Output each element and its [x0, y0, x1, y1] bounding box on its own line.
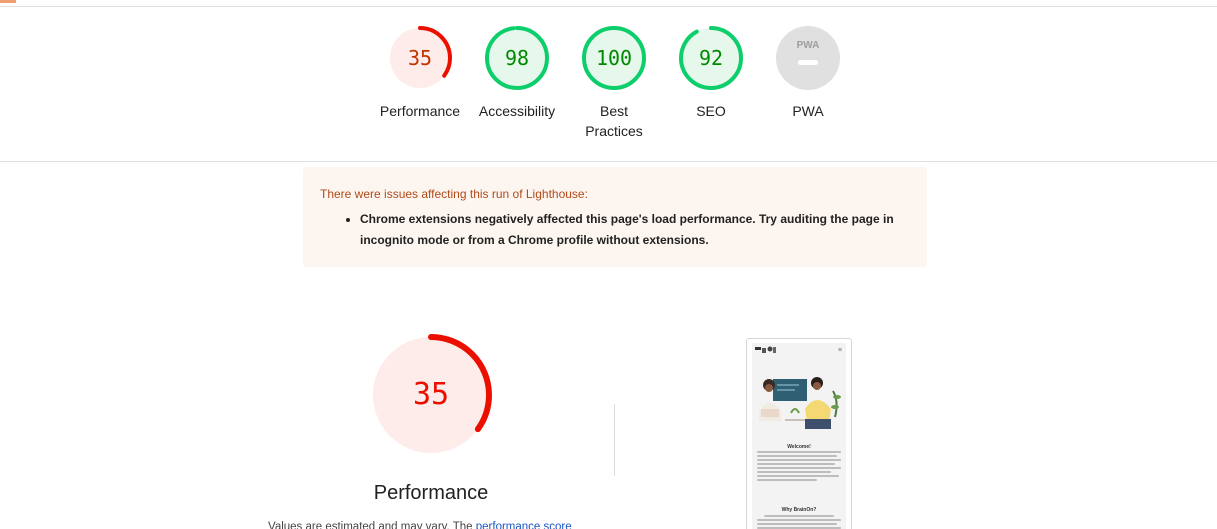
performance-score-link[interactable]: performance score: [476, 521, 572, 529]
gauge-label-pwa: PWA: [792, 103, 824, 119]
gauge-ring: 35: [388, 26, 452, 90]
warning-title: There were issues affecting this run of …: [320, 187, 588, 201]
hero-illustration-icon: [755, 361, 845, 447]
gauge-ring: 92: [679, 26, 743, 90]
gauge-best-practices[interactable]: 100 Best Practices: [566, 26, 662, 141]
category-gauges: 35 Performance 98 Accessibility 100 Best…: [372, 26, 852, 146]
section-divider: [0, 161, 1217, 162]
gauge-label-accessibility: Accessibility: [478, 103, 556, 119]
performance-footnote: Values are estimated and may vary. The p…: [268, 519, 598, 529]
gauge-label-best-practices: Best Practices: [585, 103, 643, 139]
gauge-seo[interactable]: 92 SEO: [663, 26, 759, 121]
gauge-label-performance: Performance: [379, 103, 461, 119]
screenshot-why-heading: Why BrainOn?: [781, 507, 817, 513]
gauge-ring: 98: [485, 26, 549, 90]
corner-mark: [0, 0, 16, 3]
gauge-score: 35: [407, 46, 433, 70]
run-warnings-box: There were issues affecting this run of …: [303, 167, 927, 267]
gauge-score: 100: [595, 46, 633, 70]
gauge-ring: 100: [582, 26, 646, 90]
gauge-score: 92: [698, 46, 724, 70]
top-divider: [0, 6, 1217, 7]
vertical-divider: [614, 404, 615, 476]
screenshot-page: ≡ Welcome! Why BrainOn?: [752, 343, 846, 529]
gauge-performance[interactable]: 35 Performance: [372, 26, 468, 121]
pwa-badge-text: PWA: [797, 40, 820, 51]
gauge-label-seo: SEO: [696, 103, 726, 119]
pwa-badge-icon: PWA: [776, 26, 840, 90]
footnote-text: Values are estimated and may vary. The: [268, 521, 476, 529]
warning-list: Chrome extensions negatively affected th…: [320, 209, 909, 251]
pwa-badge-dash: [798, 60, 818, 65]
pwa-badge-circle: [776, 26, 840, 90]
gauge-score: 98: [504, 46, 530, 70]
pwa-badge-graphic: PWA: [776, 26, 840, 90]
screenshot-welcome-heading: Welcome!: [787, 444, 811, 450]
performance-section-title: Performance: [373, 482, 489, 504]
performance-main-gauge: 35: [370, 334, 492, 456]
hamburger-menu-icon: ≡: [837, 347, 842, 354]
screenshot-why-text: [757, 515, 841, 529]
gauge-pwa[interactable]: PWA PWA: [760, 26, 856, 121]
final-screenshot-thumbnail[interactable]: ≡ Welcome! Why BrainOn?: [746, 338, 852, 529]
screenshot-welcome-text: [757, 451, 841, 483]
warning-item: Chrome extensions negatively affected th…: [360, 209, 909, 251]
performance-main-score: 35: [412, 377, 450, 412]
site-logo-icon: [755, 346, 776, 353]
gauge-accessibility[interactable]: 98 Accessibility: [469, 26, 565, 121]
